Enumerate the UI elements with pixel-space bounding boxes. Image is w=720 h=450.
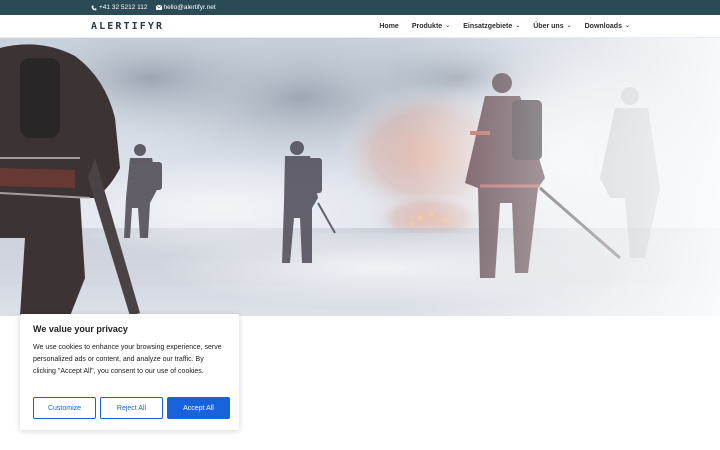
site-logo[interactable]: ALERTIFYR (91, 21, 164, 32)
nav-item-label: Produkte (411, 23, 443, 30)
email-address: hello@alertifyr.net (163, 4, 216, 11)
nav-item-home[interactable]: Home (379, 23, 398, 30)
cookie-title: We value your privacy (33, 324, 128, 334)
top-contact-bar: +41 32 5212 112 hello@alertifyr.net (0, 0, 720, 15)
hero-image (0, 38, 720, 316)
customize-button[interactable]: Customize (33, 397, 96, 419)
site-header: ALERTIFYR Home Produkte ⌄ Einsatzgebiete… (0, 15, 720, 38)
envelope-icon (155, 5, 162, 10)
nav-item-label: Über uns (533, 23, 564, 30)
phone-number: +41 32 5212 112 (99, 4, 148, 11)
nav-item-label: Home (379, 23, 399, 30)
main-navigation: Home Produkte ⌄ Einsatzgebiete ⌄ Über un… (379, 15, 630, 38)
phone-icon (91, 5, 97, 11)
chevron-down-icon: ⌄ (624, 23, 630, 29)
nav-item-label: Downloads (584, 23, 622, 30)
chevron-down-icon: ⌄ (566, 23, 572, 29)
chevron-down-icon: ⌄ (445, 23, 451, 29)
nav-item-produkte[interactable]: Produkte ⌄ (412, 23, 450, 30)
cookie-consent-dialog: We value your privacy We use cookies to … (20, 314, 239, 430)
reject-all-button[interactable]: Reject All (100, 397, 163, 419)
nav-item-label: Einsatzgebiete (463, 23, 513, 30)
nav-item-einsatzgebiete[interactable]: Einsatzgebiete ⌄ (463, 23, 520, 30)
nav-item-ueber-uns[interactable]: Über uns ⌄ (533, 23, 571, 30)
cookie-description: We use cookies to enhance your browsing … (33, 344, 222, 375)
chevron-down-icon: ⌄ (515, 23, 521, 29)
phone-contact[interactable]: +41 32 5212 112 (91, 4, 148, 11)
email-contact[interactable]: hello@alertifyr.net (155, 4, 216, 11)
nav-item-downloads[interactable]: Downloads ⌄ (585, 23, 630, 30)
accept-all-button[interactable]: Accept All (167, 397, 230, 419)
cookie-actions: Customize Reject All Accept All (33, 397, 230, 419)
